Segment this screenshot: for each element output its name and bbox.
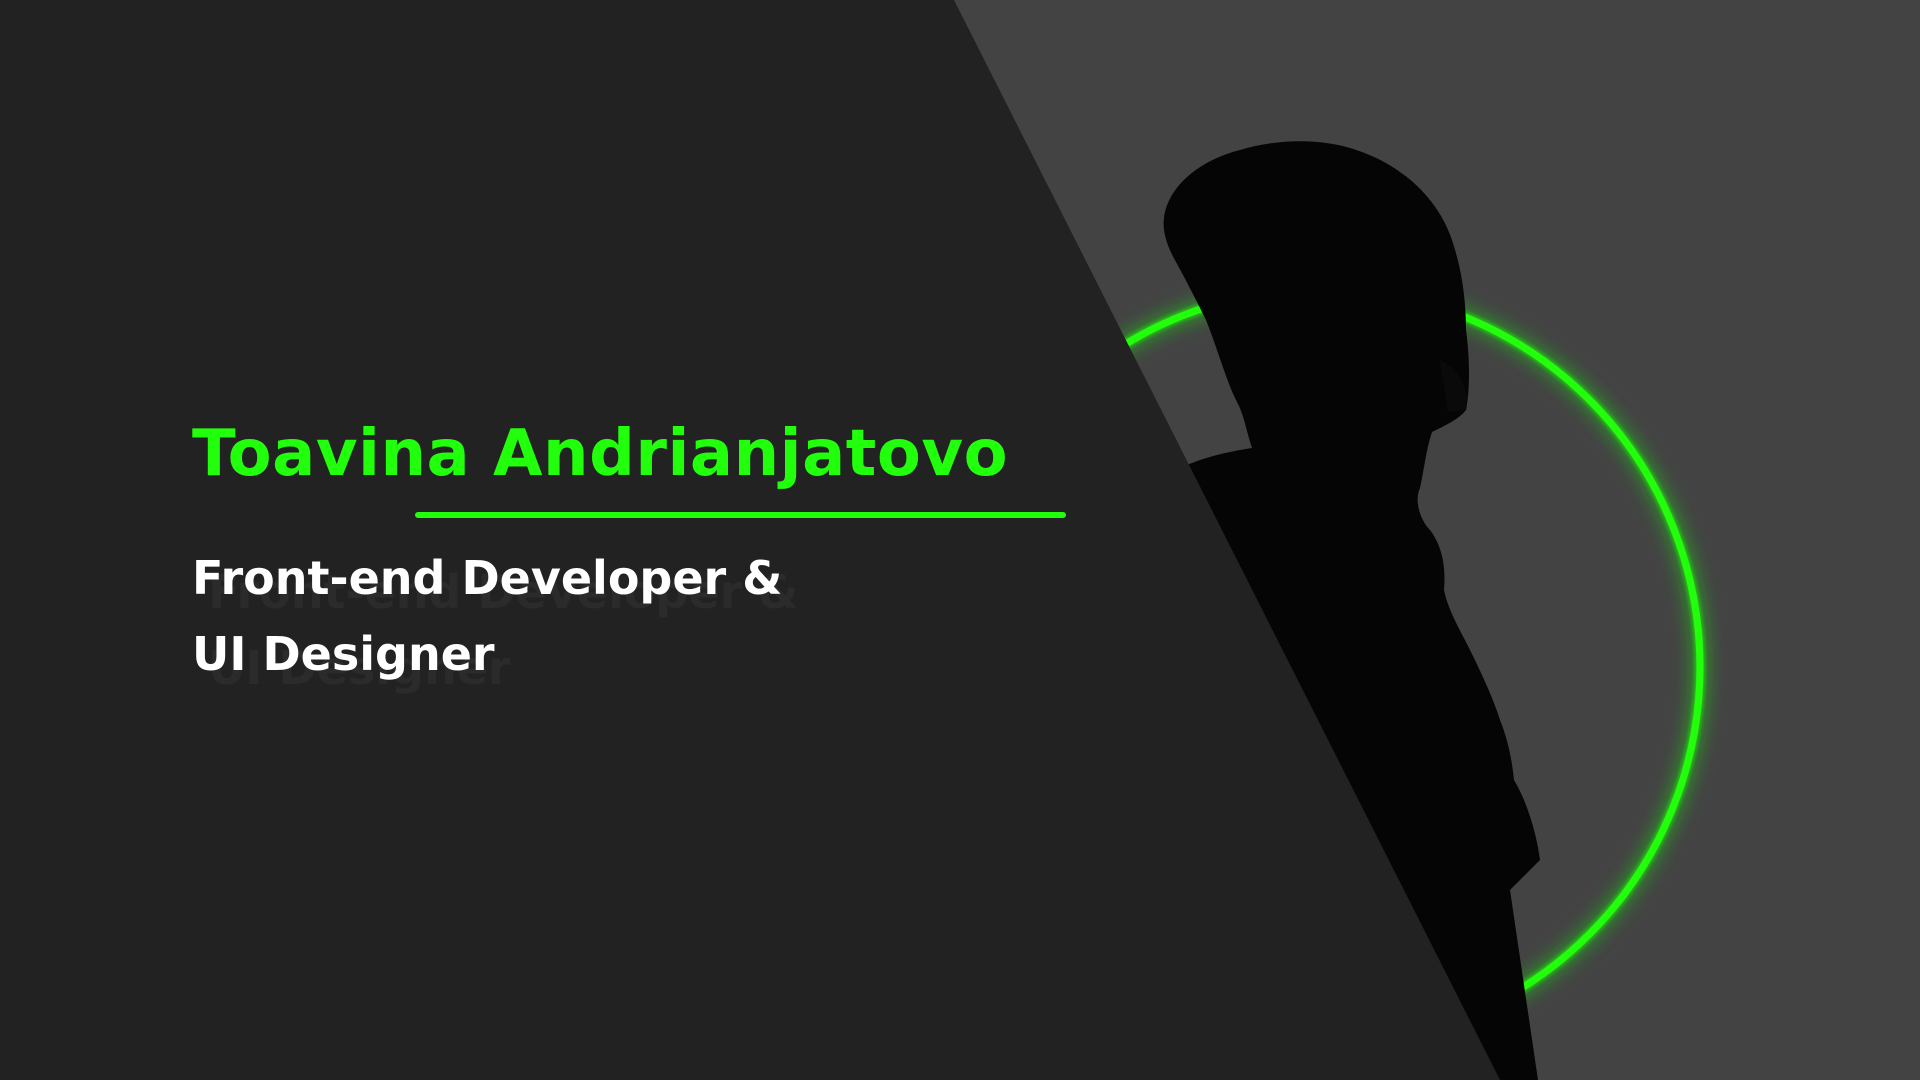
hero-name: Toavina Andrianjatovo xyxy=(192,417,1009,491)
hero-text-block: Toavina Andrianjatovo Front-end Develope… xyxy=(192,412,1092,695)
role-line-1: Front-end Developer & xyxy=(192,551,783,605)
hero-section: Toavina Andrianjatovo Front-end Develope… xyxy=(0,0,1920,1080)
role-block: Front-end Developer & UI Designer Front-… xyxy=(192,540,1092,695)
role-text: Front-end Developer & UI Designer xyxy=(192,540,1092,692)
name-underline xyxy=(415,512,1066,518)
role-line-2: UI Designer xyxy=(192,627,495,681)
